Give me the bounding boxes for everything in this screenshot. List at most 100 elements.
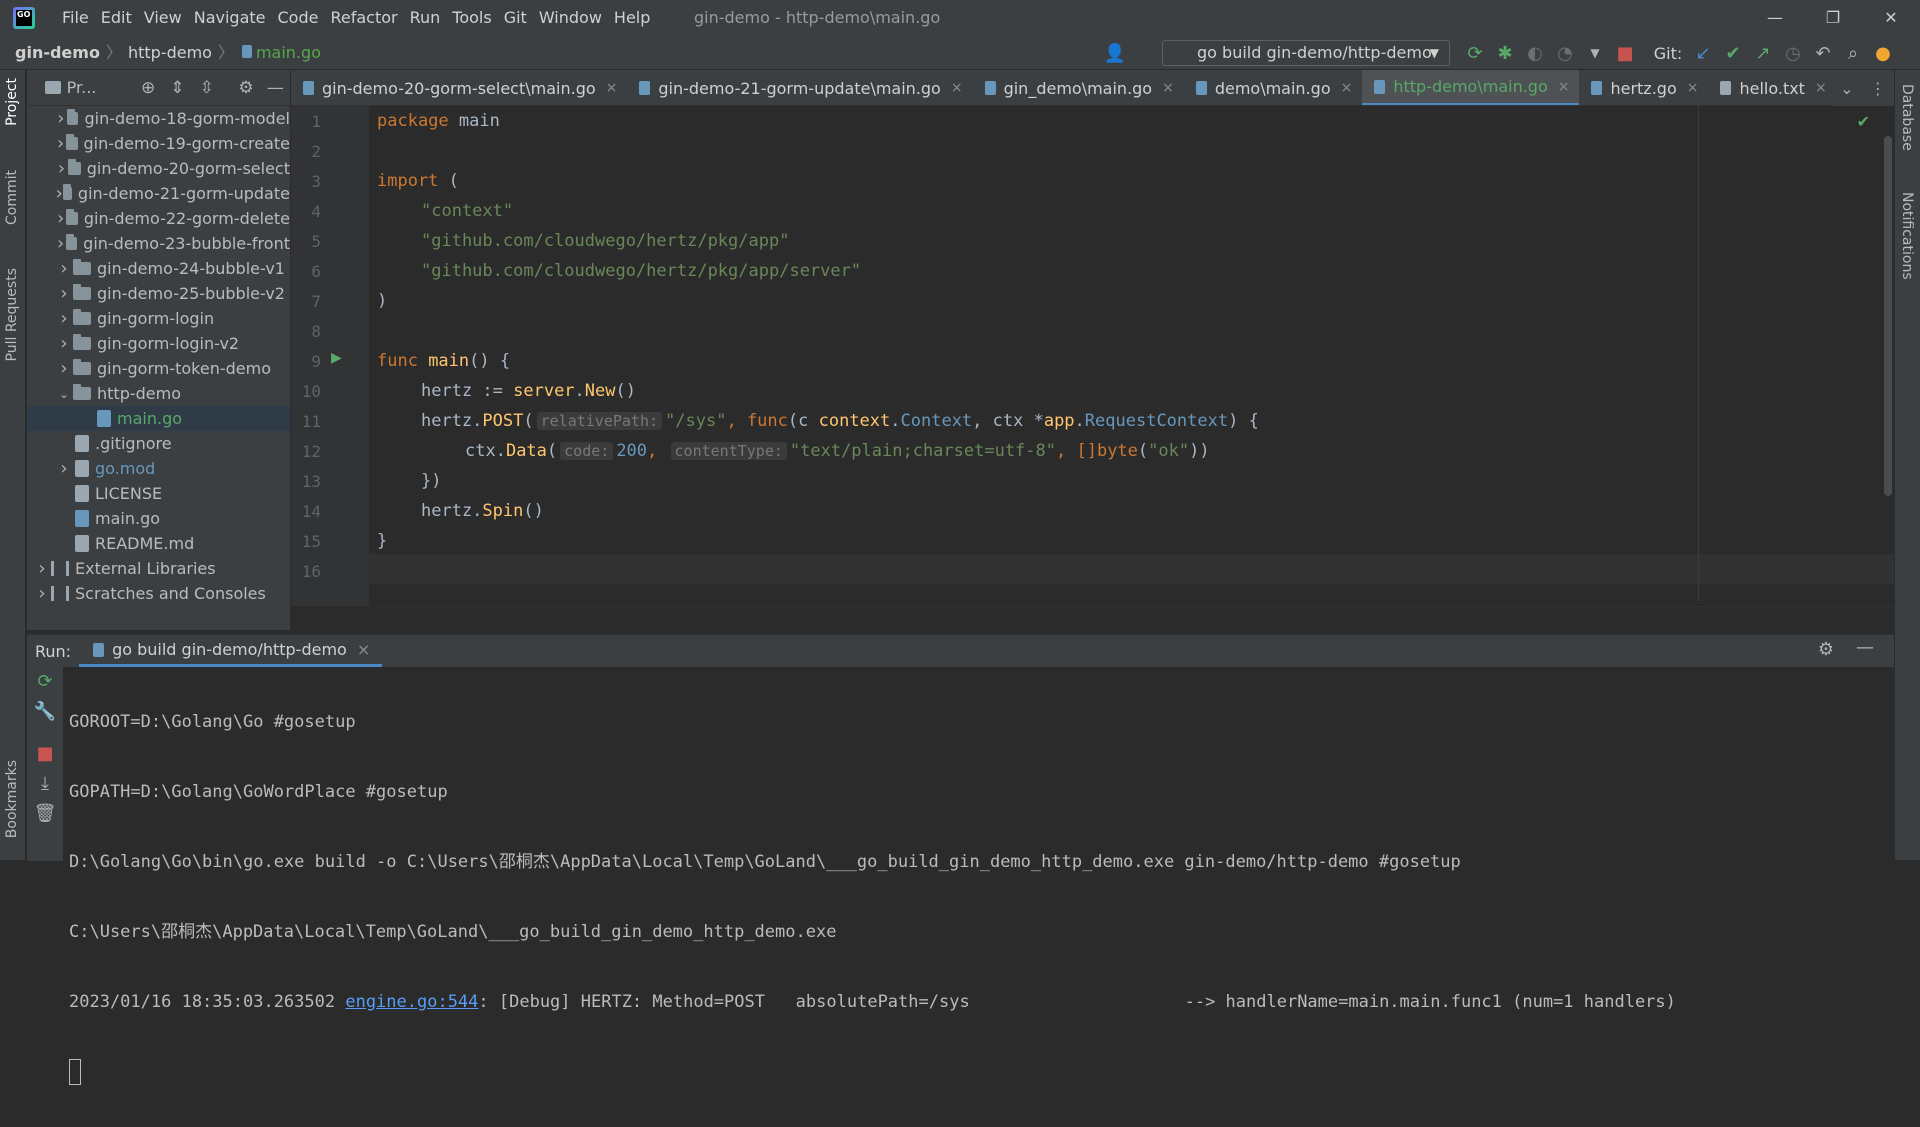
chevron-right-icon[interactable]: › <box>55 183 63 204</box>
git-commit-icon[interactable]: ✔ <box>1718 43 1748 64</box>
tree-item[interactable]: › gin-demo-18-gorm-model <box>27 106 290 131</box>
locate-icon[interactable]: ⊕ <box>133 78 162 98</box>
inspection-ok-icon[interactable]: ✔ <box>1857 112 1870 131</box>
close-tab-icon[interactable]: × <box>951 80 963 96</box>
breadcrumb-folder[interactable]: http-demo <box>128 43 212 62</box>
editor-tab[interactable]: gin_demo\main.go × <box>973 70 1184 105</box>
rerun-icon[interactable]: ⟳ <box>1460 43 1490 64</box>
chevron-right-icon[interactable]: › <box>55 333 73 354</box>
editor-tab[interactable]: hello.txt × <box>1708 70 1836 105</box>
history-icon[interactable]: ◷ <box>1778 43 1808 64</box>
tree-item[interactable]: › gin-gorm-login-v2 <box>27 331 290 356</box>
chevron-right-icon[interactable]: › <box>55 458 73 479</box>
menu-tools[interactable]: Tools <box>446 0 497 36</box>
tool-window-pull-requests[interactable]: Pull Requests <box>4 268 20 361</box>
tree-item[interactable]: › gin-demo-24-bubble-v1 <box>27 256 290 281</box>
chevron-down-icon[interactable]: ⌄ <box>55 387 73 401</box>
expand-all-icon[interactable]: ⇕ <box>163 78 192 98</box>
code-editor[interactable]: 1 2 3 4 5 6 7 8 9 10 11 12 13 14 15 16 ▶ ✔ package main… <box>291 106 1894 634</box>
git-update-icon[interactable]: ↙ <box>1688 43 1718 64</box>
tree-item[interactable]: main.go <box>27 406 290 431</box>
run-configuration-select[interactable]: go build gin-demo/http-demo ▼ <box>1162 40 1450 66</box>
tree-item[interactable]: › gin-demo-23-bubble-front <box>27 231 290 256</box>
menu-view[interactable]: View <box>138 0 188 36</box>
tree-item[interactable]: › gin-demo-20-gorm-select <box>27 156 290 181</box>
gear-icon[interactable]: ⚙ <box>231 78 260 98</box>
tree-item[interactable]: ⌄ http-demo <box>27 381 290 406</box>
menu-code[interactable]: Code <box>272 0 325 36</box>
menu-window[interactable]: Window <box>533 0 608 36</box>
tree-item[interactable]: › External Libraries <box>27 556 290 581</box>
editor-tab[interactable]: gin-demo-21-gorm-update\main.go × <box>627 70 972 105</box>
hide-panel-icon[interactable]: — <box>1856 637 1874 658</box>
more-run-icon[interactable]: ▼ <box>1580 46 1610 60</box>
editor-scrollbar[interactable] <box>1884 136 1892 496</box>
editor-tab[interactable]: hertz.go × <box>1579 70 1708 105</box>
editor-tab[interactable]: gin-demo-20-gorm-select\main.go × <box>291 70 627 105</box>
collapse-all-icon[interactable]: ⇳ <box>192 78 221 98</box>
horizontal-scroll-area[interactable] <box>369 606 1894 634</box>
chevron-right-icon[interactable]: › <box>55 283 73 304</box>
editor-tab[interactable]: http-demo\main.go × <box>1362 70 1580 105</box>
tree-item[interactable]: › gin-demo-21-gorm-update <box>27 181 290 206</box>
hide-icon[interactable]: — <box>261 78 290 98</box>
source-link[interactable]: engine.go:544 <box>345 992 478 1012</box>
tree-item[interactable]: › Scratches and Consoles <box>27 581 290 606</box>
debug-icon[interactable]: ✱ <box>1490 43 1520 64</box>
tree-item[interactable]: › gin-demo-22-gorm-delete <box>27 206 290 231</box>
tool-window-database[interactable]: Database <box>1899 84 1915 151</box>
git-push-icon[interactable]: ↗ <box>1748 43 1778 64</box>
close-tab-icon[interactable]: × <box>1687 80 1699 96</box>
tree-item[interactable]: LICENSE <box>27 481 290 506</box>
tree-item[interactable]: README.md <box>27 531 290 556</box>
chevron-down-icon[interactable]: ⌄ <box>1840 79 1853 98</box>
tabs-dropdown[interactable]: ⌄ ⋮ <box>1832 70 1894 106</box>
chevron-right-icon[interactable]: › <box>55 108 67 129</box>
close-tab-icon[interactable]: × <box>1815 80 1827 96</box>
close-tab-icon[interactable]: × <box>1341 80 1353 96</box>
tool-window-notifications[interactable]: Notifications <box>1899 192 1915 280</box>
chevron-right-icon[interactable]: › <box>55 358 73 379</box>
chevron-right-icon[interactable]: › <box>33 558 51 579</box>
breadcrumb-file[interactable]: main.go <box>256 43 321 62</box>
tree-item[interactable]: › go.mod <box>27 456 290 481</box>
breadcrumb-project[interactable]: gin-demo <box>15 43 100 62</box>
search-icon[interactable]: ⌕ <box>1838 43 1868 64</box>
gear-icon[interactable]: ⚙ <box>1818 639 1834 660</box>
wrench-icon[interactable]: 🔧 <box>27 697 63 727</box>
restore-button[interactable]: ❐ <box>1804 0 1862 36</box>
menu-edit[interactable]: Edit <box>95 0 138 36</box>
project-panel-title[interactable]: Pr... <box>67 78 118 97</box>
user-icon[interactable]: 👤 <box>1100 43 1130 64</box>
tool-window-project[interactable]: Project <box>4 78 20 126</box>
tree-item[interactable]: main.go <box>27 506 290 531</box>
close-tab-icon[interactable]: × <box>1558 79 1570 95</box>
menu-navigate[interactable]: Navigate <box>188 0 272 36</box>
tree-item[interactable]: › gin-demo-19-gorm-create <box>27 131 290 156</box>
update-icon[interactable]: ● <box>1868 43 1898 64</box>
close-tab-icon[interactable]: × <box>606 80 618 96</box>
tree-item[interactable]: › gin-gorm-login <box>27 306 290 331</box>
more-icon[interactable]: ⋮ <box>1870 79 1886 98</box>
trash-icon[interactable]: 🗑 <box>27 799 63 829</box>
coverage-icon[interactable]: ◐ <box>1520 43 1550 64</box>
tree-item[interactable]: › gin-gorm-token-demo <box>27 356 290 381</box>
scroll-to-end-icon[interactable]: ⤓ <box>27 769 63 799</box>
chevron-right-icon[interactable]: › <box>33 583 51 604</box>
run-tab[interactable]: go build gin-demo/http-demo × <box>79 635 383 667</box>
menu-refactor[interactable]: Refactor <box>324 0 403 36</box>
close-tab-icon[interactable]: × <box>357 640 370 659</box>
minimize-button[interactable]: — <box>1746 0 1804 36</box>
close-window-button[interactable]: ✕ <box>1862 0 1920 36</box>
chevron-right-icon[interactable]: › <box>55 158 68 179</box>
profile-icon[interactable]: ◔ <box>1550 43 1580 64</box>
editor-tab[interactable]: demo\main.go × <box>1184 70 1363 105</box>
rollback-icon[interactable]: ↶ <box>1808 43 1838 64</box>
close-tab-icon[interactable]: × <box>1162 80 1174 96</box>
chevron-right-icon[interactable]: › <box>55 208 66 229</box>
menu-file[interactable]: File <box>56 0 95 36</box>
chevron-right-icon[interactable]: › <box>55 258 73 279</box>
chevron-right-icon[interactable]: › <box>55 133 66 154</box>
tool-window-commit[interactable]: Commit <box>4 170 20 225</box>
tree-item[interactable]: .gitignore <box>27 431 290 456</box>
